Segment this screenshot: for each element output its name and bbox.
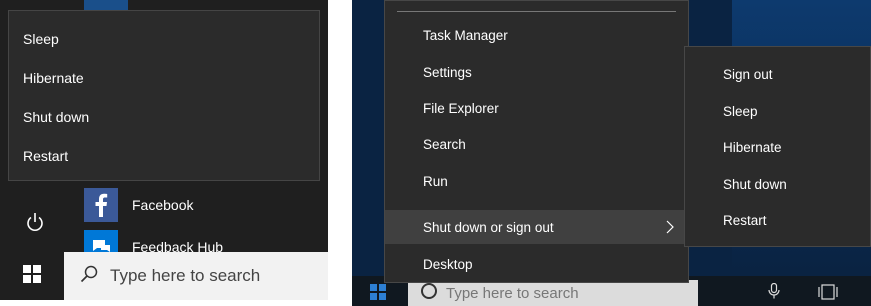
cortana-circle-icon xyxy=(420,282,438,305)
winx-menu-panel: Type here to search Task Manager Setting… xyxy=(352,0,871,306)
shutdown-submenu: Sign out Sleep Hibernate Shut down Resta… xyxy=(684,46,871,247)
menu-item-label: Task Manager xyxy=(423,27,508,43)
app-tile-facebook[interactable]: Facebook xyxy=(84,188,193,222)
menu-item-label: Search xyxy=(423,136,466,152)
app-label-facebook: Facebook xyxy=(132,197,194,213)
chevron-right-icon xyxy=(666,220,674,239)
menu-item-desktop[interactable]: Desktop xyxy=(385,247,688,281)
menu-item-run[interactable]: Run xyxy=(385,164,688,198)
menu-item-search[interactable]: Search xyxy=(385,127,688,161)
power-button[interactable] xyxy=(0,200,70,248)
taskbar-search-box[interactable]: Type here to search xyxy=(64,252,328,300)
power-icon xyxy=(26,212,44,237)
facebook-icon xyxy=(84,188,118,222)
taskbar-search-box[interactable]: Type here to search xyxy=(408,280,698,306)
search-placeholder: Type here to search xyxy=(110,266,261,285)
menu-item-label: File Explorer xyxy=(423,100,499,116)
winx-menu: Task Manager Settings File Explorer Sear… xyxy=(384,0,689,283)
search-icon xyxy=(80,265,98,288)
menu-item-file-explorer[interactable]: File Explorer xyxy=(385,91,688,125)
windows-logo-icon[interactable] xyxy=(370,284,386,305)
taskbar-left: Type here to search xyxy=(0,252,328,300)
menu-item-task-manager[interactable]: Task Manager xyxy=(385,18,688,52)
power-menu: Sleep Hibernate Shut down Restart xyxy=(8,10,320,181)
menu-item-label: Shut down or sign out xyxy=(423,219,554,235)
menu-item-label: Desktop xyxy=(423,256,473,272)
task-view-icon[interactable] xyxy=(818,284,838,305)
power-menu-item-sleep[interactable]: Sleep xyxy=(23,31,59,47)
search-placeholder: Type here to search xyxy=(446,284,579,302)
submenu-item-restart[interactable]: Restart xyxy=(723,213,767,228)
power-menu-item-restart[interactable]: Restart xyxy=(23,148,68,164)
submenu-item-sign-out[interactable]: Sign out xyxy=(723,67,773,82)
windows-logo-icon xyxy=(23,264,41,288)
submenu-item-shut-down[interactable]: Shut down xyxy=(723,177,787,192)
menu-item-settings[interactable]: Settings xyxy=(385,55,688,89)
menu-divider xyxy=(397,11,676,12)
submenu-item-hibernate[interactable]: Hibernate xyxy=(723,140,782,155)
tile-edge xyxy=(84,0,128,10)
power-menu-item-shut-down[interactable]: Shut down xyxy=(23,109,89,125)
start-menu-panel: Sleep Hibernate Shut down Restart Facebo… xyxy=(0,0,328,300)
menu-item-label: Run xyxy=(423,173,448,189)
microphone-icon[interactable] xyxy=(768,282,780,304)
menu-item-label: Settings xyxy=(423,64,472,80)
submenu-item-sleep[interactable]: Sleep xyxy=(723,104,758,119)
start-button[interactable] xyxy=(0,252,64,300)
menu-item-shut-down-or-sign-out[interactable]: Shut down or sign out xyxy=(385,210,688,244)
power-menu-item-hibernate[interactable]: Hibernate xyxy=(23,70,84,86)
